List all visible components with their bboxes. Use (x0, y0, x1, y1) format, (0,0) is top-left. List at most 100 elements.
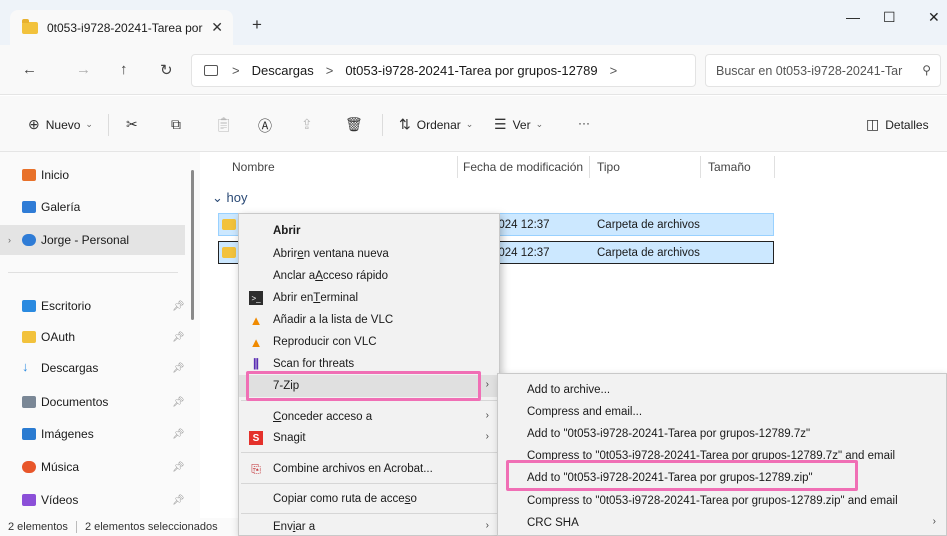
title-bar: 0t053-i9728-20241-Tarea por g ✕ + — ☐ ✕ (0, 0, 947, 46)
sidebar-divider (8, 272, 178, 273)
view-list-icon: ☰ (494, 116, 507, 132)
new-tab-button[interactable]: + (252, 15, 262, 35)
sidebar-item-label: Vídeos (41, 493, 79, 507)
annotation-highlight-7zip (246, 371, 481, 401)
sidebar-item-onedrive[interactable]: › Jorge - Personal (0, 225, 185, 255)
column-divider (589, 156, 590, 178)
submenu-item-compress-zip-email[interactable]: Compress to "0t053-i9728-20241-Tarea por… (498, 490, 946, 512)
folder-icon (222, 247, 236, 258)
tab-current-folder[interactable]: 0t053-i9728-20241-Tarea por g ✕ (10, 10, 233, 46)
navigation-pane: Inicio Galería › Jorge - Personal Escrit… (0, 152, 200, 518)
submenu-item-label: Add to "0t053-i9728-20241-Tarea por grup… (527, 428, 811, 440)
toolbar-divider (382, 114, 383, 136)
menu-item-vlc-add[interactable]: ▲ Añadir a la lista de VLC (239, 309, 499, 331)
address-bar[interactable]: > Descargas > 0t053-i9728-20241-Tarea po… (191, 54, 696, 87)
menu-item-label: Reproducir con VLC (273, 336, 377, 348)
status-divider (75, 521, 77, 533)
desktop-icon (22, 300, 36, 312)
rename-button[interactable]: Ⓐ (258, 116, 278, 136)
row-date: 2024 12:37 (492, 247, 550, 259)
chevron-down-icon: ⌄ (465, 119, 474, 129)
status-item-count: 2 elementos (8, 521, 68, 533)
menu-item-open[interactable]: Abrir (239, 220, 499, 242)
shield-scan-icon: ⫼ (253, 356, 259, 371)
menu-item-vlc-play[interactable]: ▲ Reproducir con VLC (239, 331, 499, 353)
menu-item-open-terminal[interactable]: >_ Abrir en Terminal (239, 287, 499, 309)
copy-button[interactable]: ⧉ (171, 116, 187, 133)
sort-icon: ⇅ (399, 116, 411, 132)
share-button[interactable]: ⇪ (301, 116, 319, 133)
forward-button[interactable]: → (76, 61, 91, 78)
terminal-icon: >_ (249, 291, 263, 305)
breadcrumb-descargas[interactable]: Descargas (252, 63, 314, 78)
cut-button[interactable]: ✂ (126, 116, 144, 133)
menu-item-snagit[interactable]: S Snagit › (239, 427, 499, 449)
menu-item-send-to[interactable]: Env i ar a › (239, 516, 499, 536)
pin-icon: 📌︎ (172, 461, 185, 473)
submenu-item-add-to-archive[interactable]: Add to archive... (498, 379, 946, 401)
menu-item-open-new-window[interactable]: Abrir en ventana nueva (239, 243, 499, 265)
chevron-right-icon[interactable]: › (8, 235, 11, 245)
rename-icon: Ⓐ (258, 118, 272, 134)
close-tab-button[interactable]: ✕ (211, 19, 223, 36)
sidebar-item-imagenes[interactable]: Imágenes 📌︎ (0, 419, 185, 449)
chevron-down-icon: ⌄ (535, 119, 544, 129)
sidebar-item-documentos[interactable]: Documentos 📌︎ (0, 387, 185, 417)
acrobat-icon: ⎘ (251, 461, 261, 476)
close-window-button[interactable]: ✕ (928, 9, 940, 26)
menu-item-label: Combine archivos en Acrobat... (273, 463, 433, 475)
breadcrumb-separator[interactable]: > (610, 63, 618, 78)
chevron-right-icon: › (485, 520, 489, 531)
sidebar-item-oauth[interactable]: OAuth 📌︎ (0, 322, 185, 352)
column-header-type[interactable]: Tipo (597, 160, 620, 174)
more-options-button[interactable]: ··· (578, 116, 590, 130)
sidebar-item-musica[interactable]: Música 📌︎ (0, 452, 185, 482)
home-icon (22, 169, 36, 181)
menu-item-label: Copiar como ruta de acce (273, 493, 405, 505)
menu-item-pin-quick-access[interactable]: Anclar a Acceso rápido (239, 265, 499, 287)
menu-item-label: n ventana nueva (303, 248, 389, 260)
up-button[interactable]: ↑ (120, 61, 128, 78)
submenu-item-add-7z[interactable]: Add to "0t053-i9728-20241-Tarea por grup… (498, 423, 946, 445)
minimize-button[interactable]: — (846, 9, 860, 25)
pin-icon: 📌︎ (172, 494, 185, 506)
download-icon: ↓ (22, 359, 29, 374)
sidebar-item-videos[interactable]: Vídeos 📌︎ (0, 485, 185, 515)
breadcrumb-current-folder[interactable]: 0t053-i9728-20241-Tarea por grupos-12789 (345, 63, 597, 78)
group-label: hoy (226, 190, 248, 205)
new-button[interactable]: ⊕ Nuevo ⌄ (28, 116, 93, 133)
folder-icon (22, 331, 36, 343)
details-label: Detalles (885, 117, 929, 132)
menu-item-label: Scan for threats (273, 358, 355, 370)
sort-button[interactable]: ⇅ Ordenar ⌄ (399, 116, 473, 133)
sidebar-item-escritorio[interactable]: Escritorio 📌︎ (0, 291, 185, 321)
sidebar-scrollbar[interactable] (191, 170, 194, 320)
delete-button[interactable]: 🗑︎ (345, 116, 369, 133)
column-header-date[interactable]: Fecha de modificación (463, 160, 583, 174)
cloud-icon (22, 234, 36, 246)
details-button[interactable]: ◫ Detalles (866, 116, 929, 133)
submenu-item-compress-email[interactable]: Compress and email... (498, 401, 946, 423)
menu-item-label: Abrir (273, 225, 301, 237)
search-input[interactable]: Buscar en 0t053-i9728-20241-Tar ⚲ (705, 54, 941, 87)
access-key: A (315, 270, 323, 282)
column-header-size[interactable]: Tamaño (708, 160, 751, 174)
view-button[interactable]: ☰ Ver ⌄ (494, 116, 543, 133)
menu-item-copy-path[interactable]: Copiar como ruta de acce s o (239, 488, 499, 510)
menu-item-combine-acrobat[interactable]: ⎘ Combine archivos en Acrobat... (239, 458, 499, 480)
scissors-icon: ✂ (126, 116, 138, 132)
access-key: C (273, 411, 282, 423)
submenu-item-crc-sha[interactable]: CRC SHA › (498, 512, 946, 534)
annotation-highlight-add-zip (506, 460, 858, 491)
sidebar-item-inicio[interactable]: Inicio (0, 160, 185, 190)
sidebar-item-descargas[interactable]: ↓ Descargas 📌︎ (0, 353, 185, 383)
back-button[interactable]: ← (22, 61, 37, 78)
refresh-button[interactable]: ↻ (160, 61, 173, 79)
group-header-today[interactable]: ⌄ hoy (212, 190, 248, 206)
paste-button[interactable]: 📋︎ (215, 116, 239, 133)
maximize-button[interactable]: ☐ (883, 9, 896, 26)
column-header-name[interactable]: Nombre (232, 160, 275, 174)
menu-item-grant-access[interactable]: Conceder acceso a › (239, 406, 499, 428)
paste-icon: 📋︎ (215, 116, 233, 132)
sidebar-item-galeria[interactable]: Galería (0, 192, 185, 222)
